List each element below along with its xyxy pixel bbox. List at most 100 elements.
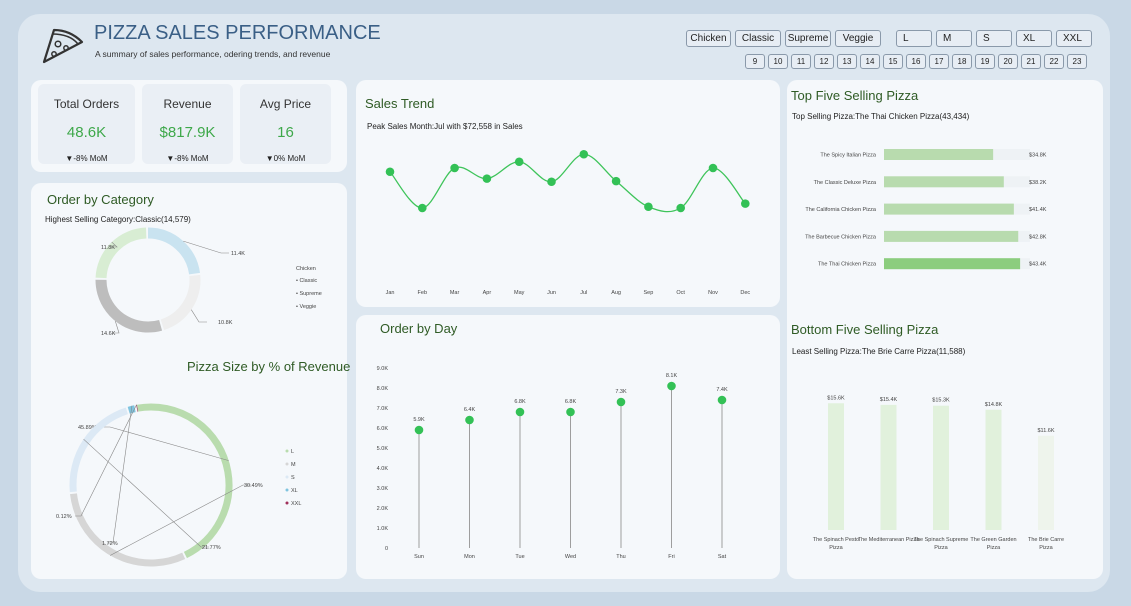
x-tick-label: Mar	[450, 290, 460, 296]
day-point-sun	[414, 425, 424, 435]
bar-2	[884, 176, 1004, 188]
size-chart-title: Pizza Size by % of Revenue	[187, 359, 351, 374]
x-tick-label: Jan	[386, 290, 395, 296]
slicer-day-16[interactable]: 16	[906, 54, 926, 69]
slicer-day-11[interactable]: 11	[791, 54, 811, 69]
slicer-day-19[interactable]: 19	[975, 54, 995, 69]
trend-point-sep	[644, 202, 653, 212]
day-data-label: 5.9K	[413, 417, 425, 423]
bar-4	[985, 409, 1002, 530]
bar-data-label: $43.4K	[1029, 262, 1047, 268]
page-subtitle: A summary of sales performance, odering …	[95, 49, 331, 59]
day-data-label: 6.4K	[464, 407, 476, 413]
x-tick-label: Sat	[718, 554, 727, 560]
slicer-size-m[interactable]: M	[936, 30, 972, 47]
bar-1	[884, 149, 994, 160]
day-point-sat	[717, 395, 727, 405]
x-tick-label-line2: Pizza	[934, 545, 948, 551]
y-tick-label: 5.0K	[377, 446, 389, 452]
slicer-day-14[interactable]: 14	[860, 54, 880, 69]
y-tick-label: The Classic Deluxe Pizza	[814, 180, 877, 186]
slicer-day-22[interactable]: 22	[1044, 54, 1064, 69]
trend-point-nov	[708, 163, 718, 173]
legend-item-l: L	[291, 449, 294, 455]
x-tick-label: Fri	[668, 554, 674, 560]
x-tick-label: Sep	[644, 290, 654, 296]
slicer-day-9[interactable]: 9	[745, 54, 765, 69]
bar-data-label: $38.2K	[1029, 180, 1047, 186]
bar-data-label: $41.4K	[1029, 207, 1047, 213]
slice-data-label: 1.72%	[102, 541, 118, 547]
legend-marker	[285, 475, 289, 479]
x-tick-label: The Brie Carre	[1028, 537, 1064, 543]
kpi-avg-price: Avg Price 16 ▼0% MoM	[240, 84, 331, 164]
kpi-value: 16	[277, 124, 294, 141]
slice-data-label: 0.12%	[56, 514, 72, 520]
slicer-day-13[interactable]: 13	[837, 54, 857, 69]
x-tick-label: The Spinach Pesto	[813, 537, 859, 543]
legend-item-chicken: Chicken	[296, 266, 316, 272]
slice-data-label: 11.8K	[101, 245, 115, 251]
trend-point-mar	[450, 163, 459, 173]
top-five-chart: The Spicy Italian Pizza $34.8K The Classic…	[805, 149, 1047, 270]
top-chart-subtitle: Top Selling Pizza:The Thai Chicken Pizza…	[792, 112, 970, 121]
legend-item-classic: • Classic	[296, 278, 317, 284]
category-chart-title: Order by Category	[47, 192, 154, 207]
x-tick-label: The Spinach Supreme	[914, 537, 969, 543]
slicer-day-21[interactable]: 21	[1021, 54, 1041, 69]
bar-5	[884, 258, 1021, 270]
x-tick-label: Dec	[740, 290, 750, 296]
bar-5	[1038, 435, 1054, 530]
bar-2	[880, 404, 897, 530]
day-point-mon	[465, 415, 474, 425]
day-data-label: 7.4K	[716, 387, 728, 393]
trend-point-apr	[482, 174, 492, 183]
day-data-label: 6.8K	[514, 399, 526, 405]
slicer-size-xl[interactable]: XL	[1016, 30, 1052, 47]
slicer-day-10[interactable]: 10	[768, 54, 788, 69]
slicer-day-15[interactable]: 15	[883, 54, 903, 69]
bar-data-label: $14.8K	[985, 402, 1003, 408]
slicer-size-l[interactable]: L	[896, 30, 932, 47]
bar-data-label: $15.6K	[827, 395, 845, 401]
trend-point-aug	[611, 176, 621, 186]
bar-3	[933, 405, 949, 530]
x-tick-label: Oct	[676, 290, 685, 296]
x-tick-label: The Mediterranean Pizza	[858, 537, 920, 543]
trend-point-jan	[385, 167, 395, 177]
order-by-day-chart: 0 1.0K 2.0K 3.0K 4.0K 5.0K 6.0K 7.0K 8.0K 9.0K 5.9…	[377, 366, 728, 560]
top-chart-title: Top Five Selling Pizza	[791, 88, 919, 103]
day-data-label: 7.3K	[615, 389, 627, 395]
slice-data-label: 21.77%	[202, 545, 221, 551]
category-donut-chart: 11.4K 10.8K 14.6K 11.8K Chicken • Classic • Su…	[95, 227, 322, 337]
trend-series-line	[389, 153, 746, 213]
slicer-size-xxl[interactable]: XXL	[1056, 30, 1092, 47]
slicer-day-17[interactable]: 17	[929, 54, 949, 69]
trend-point-feb	[418, 203, 427, 213]
day-point-tue	[515, 407, 525, 417]
sales-trend-chart: Jan Feb Mar Apr May Jun Jul Aug Sep Oct Nov Dec	[385, 149, 750, 296]
day-point-fri	[667, 381, 676, 391]
slicer-category-supreme[interactable]: Supreme	[785, 30, 831, 47]
legend-item-veggie: • Veggie	[296, 304, 316, 310]
y-tick-label: The California Chicken Pizza	[805, 207, 877, 213]
x-tick-label: Thu	[616, 554, 625, 560]
slicer-category-veggie[interactable]: Veggie	[835, 30, 881, 47]
x-tick-label: Sun	[414, 554, 424, 560]
slicer-day-23[interactable]: 23	[1067, 54, 1087, 69]
slicer-day-18[interactable]: 18	[952, 54, 972, 69]
trend-point-dec	[741, 199, 750, 208]
y-tick-label: 0	[385, 546, 388, 552]
bottom-chart-title: Bottom Five Selling Pizza	[791, 322, 939, 337]
slicer-category-classic[interactable]: Classic	[735, 30, 781, 47]
slicer-day-12[interactable]: 12	[814, 54, 834, 69]
x-tick-label: Jun	[547, 290, 556, 296]
kpi-total-orders: Total Orders 48.6K ▼-8% MoM	[38, 84, 135, 164]
slicer-size-s[interactable]: S	[976, 30, 1012, 47]
bar-1	[828, 403, 844, 530]
category-chart-subtitle: Highest Selling Category:Classic(14,579)	[45, 215, 191, 224]
slicer-day-20[interactable]: 20	[998, 54, 1018, 69]
bar-data-label: $34.8K	[1029, 153, 1047, 159]
slicer-category-chicken[interactable]: Chicken	[686, 30, 731, 47]
y-tick-label: The Thai Chicken Pizza	[818, 262, 877, 268]
